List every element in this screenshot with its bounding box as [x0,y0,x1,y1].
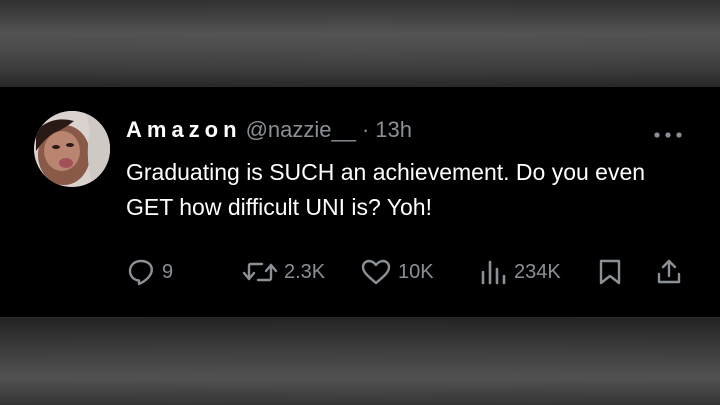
display-name[interactable]: Amazon [126,117,242,143]
reply-icon [128,259,154,286]
blurred-background-top [0,0,720,86]
bookmark-button[interactable] [596,255,624,289]
like-count: 10K [398,260,434,283]
like-button[interactable]: 10K [360,255,434,289]
tweet-card[interactable]: Amazon @nazzie__ · 13h Graduating is SUC… [0,86,720,318]
repost-button[interactable]: 2.3K [242,255,325,289]
heart-icon [361,259,391,285]
tweet-actions-bar: 9 2.3K 10K 234K [126,255,696,289]
repost-icon [242,262,278,282]
views-button[interactable]: 234K [478,255,561,289]
timestamp[interactable]: 13h [375,117,412,143]
tweet-header: Amazon @nazzie__ · 13h [126,117,412,147]
share-button[interactable] [654,255,684,289]
blurred-background-bottom [0,318,720,405]
profile-photo-icon [34,111,110,187]
reply-button[interactable]: 9 [126,255,173,289]
bar-chart-icon [481,260,506,285]
view-count: 234K [514,260,561,283]
repost-count: 2.3K [284,260,326,283]
more-dots-icon[interactable] [652,127,684,138]
reply-count: 9 [162,260,174,283]
avatar[interactable] [34,111,110,187]
bookmark-icon [599,259,621,285]
user-handle[interactable]: @nazzie__ [246,117,356,143]
tweet-text: Graduating is SUCH an achievement. Do yo… [126,159,646,220]
separator-dot: · [361,117,370,142]
share-icon [657,259,681,284]
